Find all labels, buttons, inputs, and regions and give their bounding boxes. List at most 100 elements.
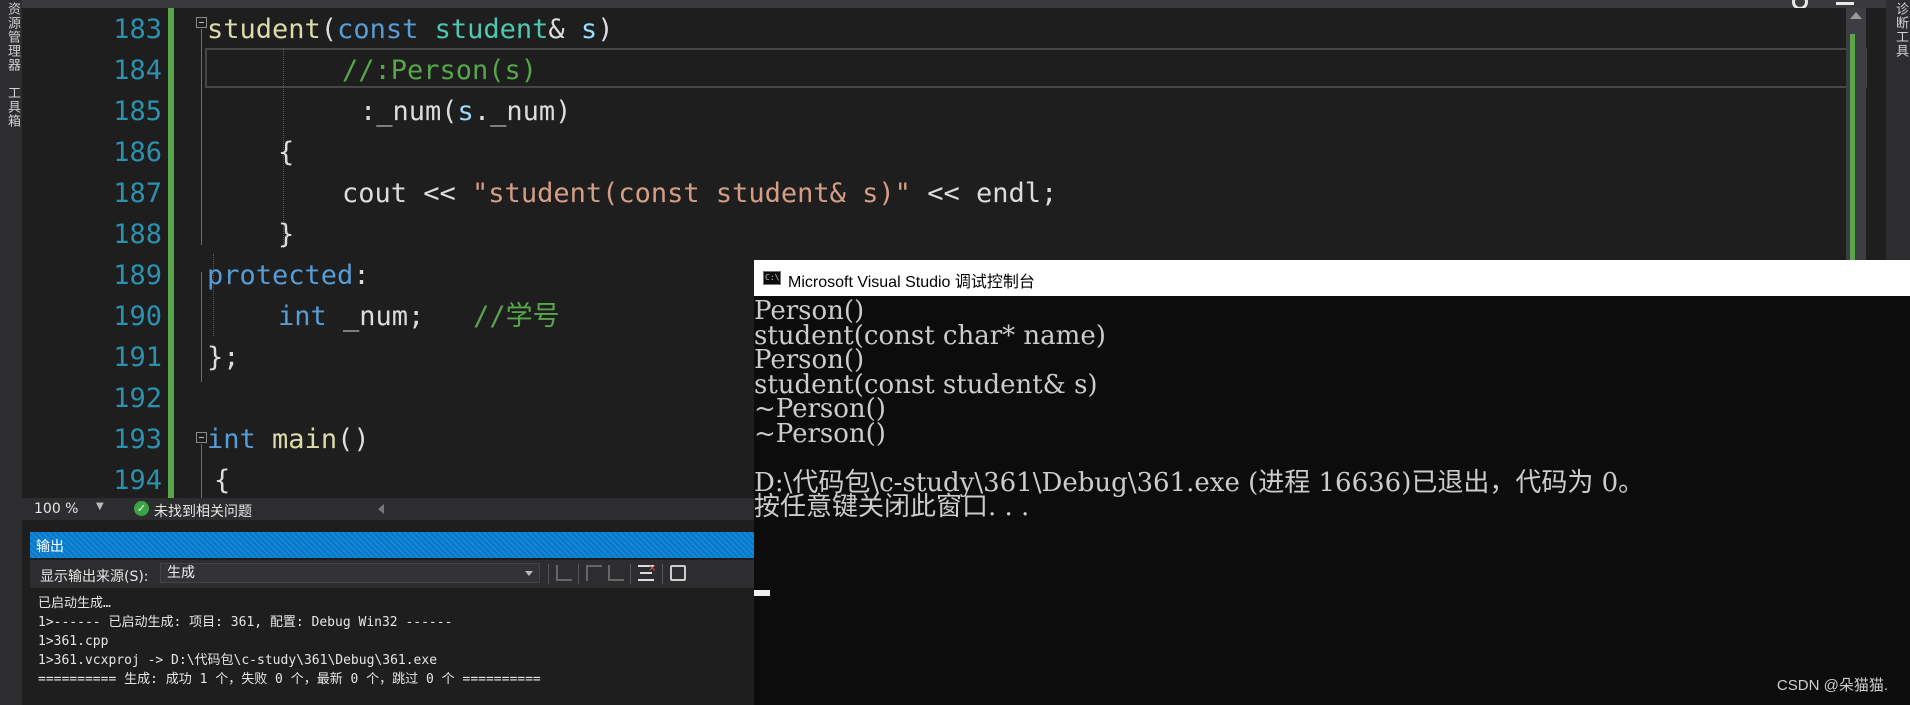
- console-cursor: [754, 590, 770, 596]
- left-tool-strip: 资源管理器 工具箱: [0, 0, 22, 705]
- code-token: student: [434, 14, 549, 45]
- output-line: 1>361.vcxproj -> D:\代码包\c-study\361\Debu…: [38, 653, 438, 668]
- code-line: {: [278, 132, 294, 173]
- code-token: protected: [207, 260, 354, 291]
- output-line: 1>361.cpp: [38, 634, 109, 649]
- output-text: 已启动生成… 1>------ 已启动生成: 项目: 361, 配置: Debug…: [38, 594, 541, 689]
- find-message-icon[interactable]: [556, 565, 572, 581]
- output-source-select[interactable]: 生成: [160, 563, 540, 583]
- code-token: {: [278, 137, 295, 168]
- scroll-up-icon[interactable]: [1850, 12, 1862, 19]
- minimize-icon[interactable]: [1836, 2, 1854, 5]
- line-number: 190: [113, 301, 162, 332]
- collapse-toggle-icon[interactable]: [196, 432, 207, 443]
- outline-guide: [201, 444, 202, 498]
- code-line: protected:: [207, 255, 370, 296]
- debug-console-window[interactable]: C:\ Microsoft Visual Studio 调试控制台 Person…: [754, 260, 1910, 705]
- scroll-left-icon[interactable]: [378, 504, 384, 514]
- output-title: 输出: [36, 539, 64, 555]
- solution-explorer-tab[interactable]: 资源管理器: [2, 2, 20, 72]
- change-tracking-bar: [168, 8, 174, 498]
- output-source-value: 生成: [167, 565, 195, 581]
- line-number: 193: [113, 424, 162, 455]
- code-line: student(const student& s): [207, 9, 613, 50]
- outline-guide: [201, 272, 202, 382]
- code-token: ._num): [473, 96, 572, 127]
- chevron-down-icon[interactable]: [525, 571, 533, 576]
- code-token: int: [278, 301, 327, 332]
- code-token: ): [597, 14, 614, 45]
- chevron-down-icon[interactable]: ▼: [96, 501, 104, 512]
- code-token: &: [548, 14, 581, 45]
- code-token: cout <<: [342, 178, 473, 209]
- editor-status-bar: 100 % ▼ ✓ 未找到相关问题: [22, 498, 754, 520]
- console-output: Person() student(const char* name) Person(…: [754, 296, 1910, 705]
- check-circle-icon: ✓: [134, 501, 149, 516]
- word-wrap-icon[interactable]: [670, 565, 686, 581]
- outline-guide: [201, 29, 202, 245]
- diagnostic-tools-tab[interactable]: 诊断工具: [1890, 2, 1908, 58]
- line-number: 184: [113, 55, 162, 86]
- code-token: (): [337, 424, 370, 455]
- zoom-level[interactable]: 100 %: [34, 501, 78, 517]
- line-number: 183: [113, 14, 162, 45]
- line-number: 189: [113, 260, 162, 291]
- code-token: main: [272, 424, 338, 455]
- code-line: int _num; //学号: [278, 296, 560, 337]
- output-panel-header[interactable]: 输出: [30, 532, 754, 558]
- toolbar-separator: [630, 564, 631, 584]
- console-title-bar[interactable]: C:\ Microsoft Visual Studio 调试控制台: [754, 260, 1910, 296]
- output-source-label: 显示输出来源(S):: [40, 569, 149, 585]
- collapse-toggle-icon[interactable]: [196, 17, 207, 28]
- watermark: CSDN @朵猫猫.: [1776, 677, 1888, 694]
- toolbar-separator: [662, 564, 663, 584]
- line-number: 188: [113, 219, 162, 250]
- code-line: int main(): [207, 419, 370, 460]
- code-line: {: [214, 460, 230, 501]
- right-tool-strip: 诊断工具: [1886, 0, 1910, 260]
- console-title: Microsoft Visual Studio 调试控制台: [788, 274, 1035, 291]
- toolbox-tab[interactable]: 工具箱: [2, 86, 20, 128]
- clear-all-icon[interactable]: ×: [638, 563, 656, 581]
- previous-message-icon[interactable]: [586, 565, 602, 581]
- line-number: 187: [113, 178, 162, 209]
- code-token: :: [353, 260, 370, 291]
- code-token: (: [320, 14, 338, 45]
- line-number: 192: [113, 383, 162, 414]
- code-line: }: [278, 214, 294, 255]
- console-line: ~Person(): [754, 419, 886, 449]
- code-token: s: [580, 14, 598, 45]
- code-line: :_num(s._num): [360, 91, 571, 132]
- code-token: {: [214, 465, 231, 496]
- code-line: cout << "student(const student& s)" << e…: [342, 173, 1057, 214]
- toolbar-separator: [578, 564, 579, 584]
- output-line: 1>------ 已启动生成: 项目: 361, 配置: Debug Win32…: [38, 615, 453, 630]
- code-token: << endl;: [910, 178, 1058, 209]
- code-token: //学号: [473, 301, 560, 332]
- code-token: _num;: [326, 301, 474, 332]
- line-number: 185: [113, 96, 162, 127]
- output-line: ========== 生成: 成功 1 个，失败 0 个，最新 0 个，跳过 0…: [38, 672, 541, 687]
- code-token: //:Person(s): [342, 55, 538, 86]
- code-token: s: [457, 96, 474, 127]
- code-line: //:Person(s): [342, 50, 537, 91]
- code-token: const: [337, 14, 419, 45]
- line-number: 191: [113, 342, 162, 373]
- console-line: 按任意键关闭此窗口. . .: [754, 492, 1030, 522]
- output-toolbar: 显示输出来源(S): 生成 ×: [30, 560, 754, 588]
- output-panel: 输出 显示输出来源(S): 生成 × 已启动生成… 1>------ 已启动生成:…: [22, 520, 754, 705]
- code-token: "student(const student& s)": [472, 178, 911, 209]
- code-token: };: [207, 342, 240, 373]
- code-token: student: [207, 14, 321, 45]
- output-line: 已启动生成…: [38, 596, 111, 611]
- code-token: :_num(: [360, 96, 458, 127]
- issues-status[interactable]: 未找到相关问题: [154, 501, 252, 521]
- code-line: };: [207, 337, 240, 378]
- code-token: }: [278, 219, 295, 250]
- line-number-margin: 183 184 185 186 187 188 189 190 191 192 193 194: [22, 8, 162, 498]
- line-number: 194: [113, 465, 162, 496]
- code-token: int: [207, 424, 256, 455]
- next-message-icon[interactable]: [608, 565, 624, 581]
